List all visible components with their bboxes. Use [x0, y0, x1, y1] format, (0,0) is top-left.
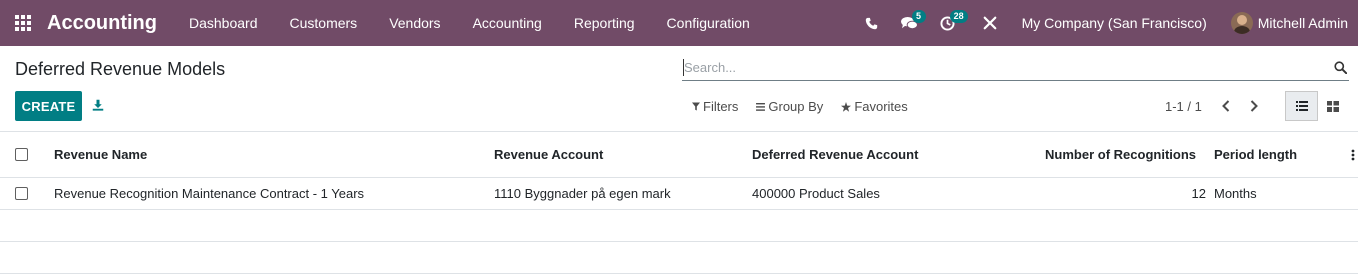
menu-configuration[interactable]: Configuration: [651, 0, 766, 46]
phone-icon: [865, 17, 878, 29]
avatar: [1230, 12, 1253, 34]
company-switcher[interactable]: My Company (San Francisco): [1022, 15, 1207, 31]
filters-label: Filters: [703, 99, 739, 114]
table-header: Revenue Name Revenue Account Deferred Re…: [0, 131, 1358, 178]
header-deferred-revenue-account[interactable]: Deferred Revenue Account: [752, 132, 918, 177]
search-bar: [682, 54, 1349, 81]
systray: 5 28 My Company (San Francisco) Mitchell…: [856, 0, 1358, 46]
top-navbar: Accounting Dashboard Customers Vendors A…: [0, 0, 1358, 46]
row-select-cell: [15, 178, 28, 209]
export-button[interactable]: [90, 97, 106, 113]
empty-row: [0, 242, 1358, 274]
favorites-toggle[interactable]: Favorites: [841, 99, 908, 114]
search-icon: [1333, 60, 1347, 74]
cell-deferred-revenue-account: 400000 Product Sales: [752, 186, 880, 201]
row-checkbox[interactable]: [15, 187, 28, 200]
list-table: Revenue Name Revenue Account Deferred Re…: [0, 131, 1358, 274]
table-row[interactable]: Revenue Recognition Maintenance Contract…: [0, 178, 1358, 210]
menu-dashboard[interactable]: Dashboard: [173, 0, 274, 46]
header-period-length[interactable]: Period length: [1214, 132, 1297, 177]
favorites-label: Favorites: [854, 99, 908, 114]
search-input[interactable]: [682, 59, 1331, 75]
search-button[interactable]: [1331, 60, 1349, 74]
download-icon: [92, 99, 104, 111]
app-name[interactable]: Accounting: [47, 12, 157, 35]
menu-accounting[interactable]: Accounting: [457, 0, 558, 46]
tools-button[interactable]: [974, 0, 1006, 46]
menu-customers[interactable]: Customers: [274, 0, 374, 46]
user-name: Mitchell Admin: [1257, 15, 1348, 31]
messages-badge: 5: [911, 10, 926, 23]
cell-number-of-recognitions: 12: [1191, 186, 1206, 201]
activities-badge: 28: [949, 10, 968, 23]
header-number-of-recognitions[interactable]: Number of Recognitions: [1040, 132, 1196, 177]
empty-row: [0, 210, 1358, 242]
cell-revenue-account: 1110 Byggnader på egen mark: [494, 186, 671, 201]
header-revenue-name[interactable]: Revenue Name: [54, 132, 147, 177]
cell-revenue-name: Revenue Recognition Maintenance Contract…: [54, 186, 365, 201]
filters-toggle[interactable]: Filters: [692, 99, 738, 114]
group-by-toggle[interactable]: Group By: [756, 99, 823, 114]
optional-columns-toggle[interactable]: [1351, 132, 1355, 177]
pager-previous-button[interactable]: [1218, 97, 1234, 115]
create-button[interactable]: CREATE: [15, 91, 82, 121]
filter-icon: [692, 102, 700, 111]
phone-button[interactable]: [856, 0, 888, 46]
messages-button[interactable]: 5: [894, 0, 926, 46]
page-title: Deferred Revenue Models: [15, 59, 226, 79]
group-by-label: Group By: [768, 99, 824, 114]
apps-menu-button[interactable]: [0, 0, 46, 46]
list-view-button[interactable]: [1285, 91, 1318, 121]
user-menu[interactable]: Mitchell Admin: [1230, 12, 1348, 34]
text-cursor: [683, 59, 684, 76]
main-menu: Dashboard Customers Vendors Accounting R…: [173, 0, 766, 46]
chevron-right-icon: [1250, 100, 1258, 112]
tools-icon: [983, 16, 996, 30]
star-icon: [841, 101, 852, 112]
list-view-icon: [1295, 101, 1308, 111]
menu-vendors[interactable]: Vendors: [373, 0, 456, 46]
group-by-icon: [756, 102, 766, 111]
activities-button[interactable]: 28: [932, 0, 968, 46]
pager-next-button[interactable]: [1246, 97, 1262, 115]
pager-value[interactable]: 1-1 / 1: [1165, 99, 1202, 114]
select-all-checkbox[interactable]: [15, 148, 28, 161]
select-all-cell: [15, 132, 28, 177]
header-revenue-account[interactable]: Revenue Account: [494, 132, 603, 177]
menu-reporting[interactable]: Reporting: [558, 0, 651, 46]
apps-grid-icon: [15, 15, 31, 31]
kanban-view-icon: [1327, 100, 1339, 112]
chevron-left-icon: [1222, 100, 1230, 112]
search-options: Filters Group By Favorites: [692, 99, 926, 114]
optional-columns-icon: [1351, 149, 1355, 160]
kanban-view-button[interactable]: [1318, 91, 1348, 121]
cell-period-length: Months: [1214, 186, 1257, 201]
